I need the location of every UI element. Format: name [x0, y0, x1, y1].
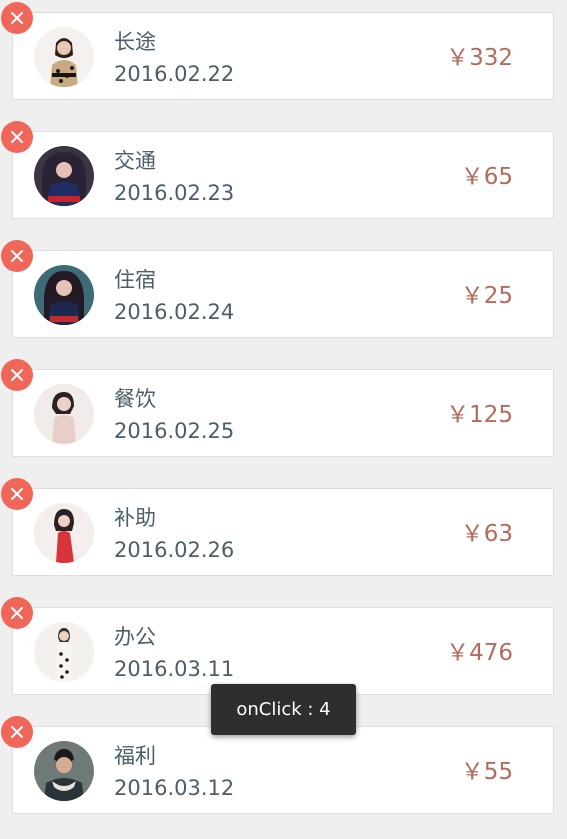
- expense-card[interactable]: 住宿 2016.02.24 ￥25: [12, 250, 554, 338]
- list-item[interactable]: 补助 2016.02.26 ￥63: [0, 476, 567, 595]
- avatar: [34, 265, 94, 325]
- avatar: [34, 741, 94, 801]
- item-date: 2016.03.11: [114, 657, 235, 681]
- delete-button[interactable]: [1, 478, 33, 510]
- item-title: 福利: [114, 744, 156, 768]
- list-item[interactable]: 住宿 2016.02.24 ￥25: [0, 238, 567, 357]
- item-title: 住宿: [114, 268, 156, 292]
- item-amount: ￥63: [460, 521, 513, 547]
- expense-card[interactable]: 补助 2016.02.26 ￥63: [12, 488, 554, 576]
- expense-card[interactable]: 福利 2016.03.12 ￥55: [12, 726, 554, 814]
- list-item[interactable]: 交通 2016.02.23 ￥65: [0, 119, 567, 238]
- delete-button[interactable]: [1, 121, 33, 153]
- avatar: [34, 622, 94, 682]
- item-amount: ￥332: [446, 45, 513, 71]
- avatar: [34, 384, 94, 444]
- delete-button[interactable]: [1, 2, 33, 34]
- item-date: 2016.03.12: [114, 776, 235, 800]
- delete-button[interactable]: [1, 359, 33, 391]
- close-icon: [11, 369, 23, 381]
- item-amount: ￥476: [446, 640, 513, 666]
- item-date: 2016.02.25: [114, 419, 235, 443]
- item-title: 长途: [114, 30, 156, 54]
- close-icon: [11, 607, 23, 619]
- avatar: [34, 146, 94, 206]
- item-date: 2016.02.22: [114, 62, 235, 86]
- delete-button[interactable]: [1, 716, 33, 748]
- avatar: [34, 27, 94, 87]
- list-item[interactable]: 长途 2016.02.22 ￥332: [0, 0, 567, 119]
- item-amount: ￥55: [460, 759, 513, 785]
- delete-button[interactable]: [1, 597, 33, 629]
- item-title: 餐饮: [114, 387, 156, 411]
- item-date: 2016.02.26: [114, 538, 235, 562]
- item-amount: ￥65: [460, 164, 513, 190]
- expense-card[interactable]: 交通 2016.02.23 ￥65: [12, 131, 554, 219]
- list-item[interactable]: 餐饮 2016.02.25 ￥125: [0, 357, 567, 476]
- item-title: 办公: [114, 625, 156, 649]
- item-amount: ￥25: [460, 283, 513, 309]
- close-icon: [11, 250, 23, 262]
- avatar: [34, 503, 94, 563]
- close-icon: [11, 131, 23, 143]
- expense-card[interactable]: 餐饮 2016.02.25 ￥125: [12, 369, 554, 457]
- close-icon: [11, 12, 23, 24]
- item-amount: ￥125: [446, 402, 513, 428]
- expense-card[interactable]: 长途 2016.02.22 ￥332: [12, 12, 554, 100]
- expense-card[interactable]: 办公 2016.03.11 ￥476: [12, 607, 554, 695]
- item-date: 2016.02.24: [114, 300, 235, 324]
- delete-button[interactable]: [1, 240, 33, 272]
- item-title: 补助: [114, 506, 156, 530]
- close-icon: [11, 488, 23, 500]
- item-title: 交通: [114, 149, 156, 173]
- toast-message: onClick : 4: [211, 684, 356, 735]
- item-date: 2016.02.23: [114, 181, 235, 205]
- close-icon: [11, 726, 23, 738]
